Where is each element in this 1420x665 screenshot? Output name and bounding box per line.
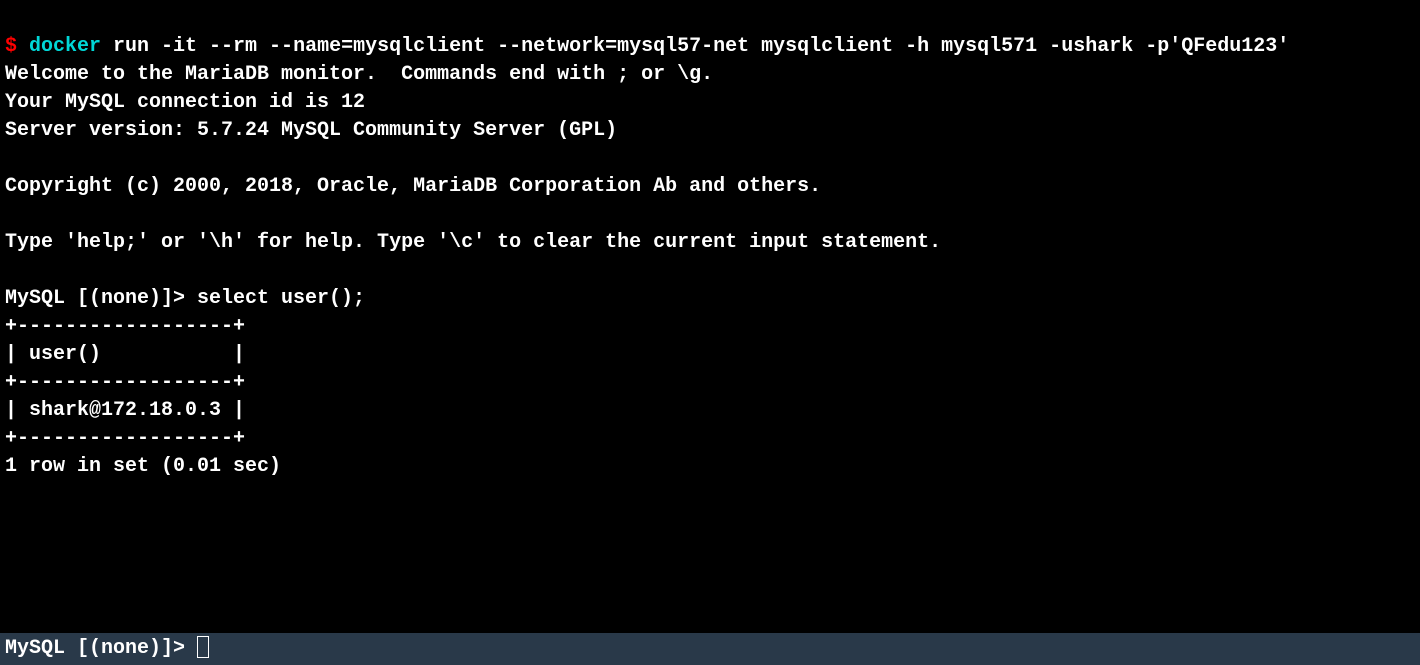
terminal-output: $ docker run -it --rm --name=mysqlclient… [0,0,1420,486]
welcome-line: Welcome to the MariaDB monitor. Commands… [5,63,713,86]
command-args: run -it --rm --name=mysqlclient --networ… [101,35,1289,58]
query-prompt: MySQL [(none)]> select user(); [5,287,365,310]
cursor-icon [197,636,209,658]
table-border-3: +------------------+ [5,427,245,450]
mysql-prompt: MySQL [(none)]> [5,637,197,660]
table-border-1: +------------------+ [5,315,245,338]
active-prompt-line[interactable]: MySQL [(none)]> [0,633,1420,665]
prompt-dollar: $ [5,35,17,58]
copyright-line: Copyright (c) 2000, 2018, Oracle, MariaD… [5,175,821,198]
table-row: | shark@172.18.0.3 | [5,399,245,422]
table-header: | user() | [5,343,245,366]
docker-keyword: docker [17,35,101,58]
help-line: Type 'help;' or '\h' for help. Type '\c'… [5,231,941,254]
conn-id-line: Your MySQL connection id is 12 [5,91,365,114]
table-border-2: +------------------+ [5,371,245,394]
server-ver-line: Server version: 5.7.24 MySQL Community S… [5,119,617,142]
result-line: 1 row in set (0.01 sec) [5,455,281,478]
